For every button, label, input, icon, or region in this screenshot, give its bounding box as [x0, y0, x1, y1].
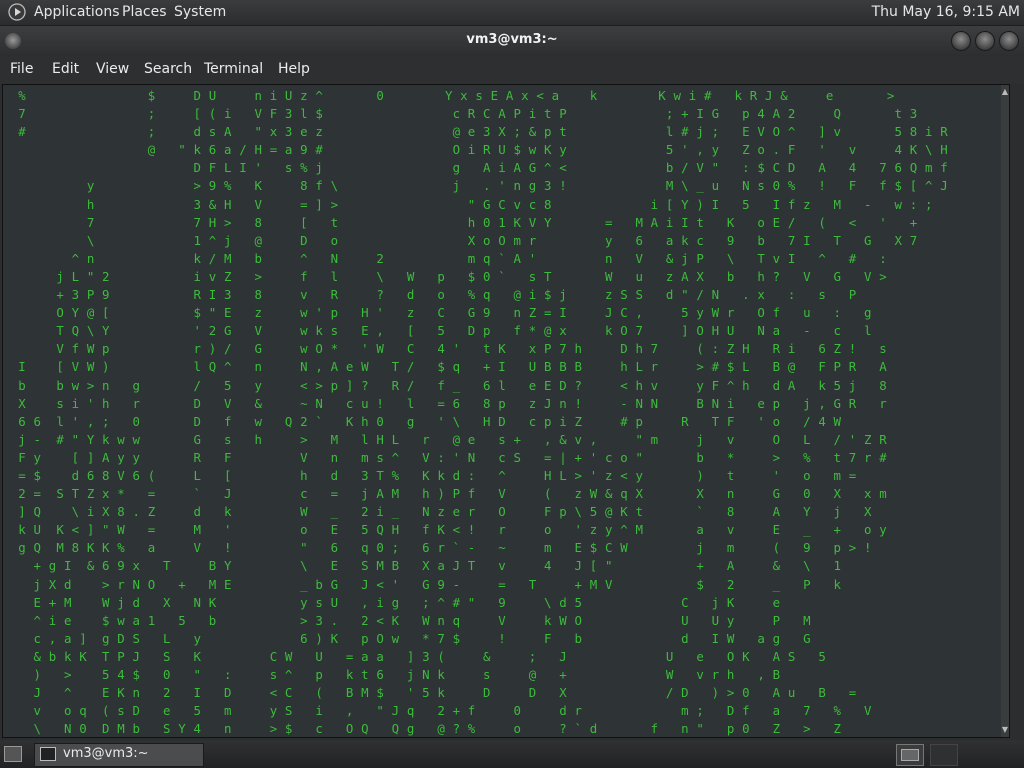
menu-file[interactable]: File [10, 61, 33, 77]
applications-menu[interactable]: Applications [34, 4, 120, 20]
show-desktop-icon[interactable] [4, 746, 22, 762]
terminal-line: T Q \ Y ' 2 G V w k s E , [ 5 D p f * @ … [3, 323, 872, 339]
terminal-line: c , a ] g D S L y 6 ) K p O w * 7 $ ! F … [3, 630, 811, 646]
terminal-line: + 3 P 9 R I 3 8 v R ? d o % q @ i $ j z … [3, 287, 857, 303]
window-titlebar[interactable]: vm3@vm3:~ [0, 25, 1024, 56]
terminal-line: V f W p r ) / G w O * ' W C 4 ' t K x P … [3, 341, 887, 357]
close-icon[interactable] [999, 31, 1019, 51]
menu-edit[interactable]: Edit [52, 61, 79, 77]
applications-logo-icon[interactable] [8, 3, 26, 21]
maximize-icon[interactable] [975, 31, 995, 51]
terminal-line: k U K < ] " W = M ' o E 5 Q H f K < ! r … [3, 522, 887, 538]
terminal-line: g Q M 8 K K % a V ! " 6 q 0 ; 6 r ` - ~ … [3, 540, 872, 556]
terminal-line: ^ i e $ w a 1 5 b > 3 . 2 < K W n q V k … [3, 612, 811, 628]
terminal-line: = $ d 6 8 V 6 ( L [ h d 3 T % K k d : ^ … [3, 467, 857, 483]
taskbar-window-button[interactable]: vm3@vm3:~ [34, 743, 204, 767]
terminal-line: \ 1 ^ j @ D o X o O m r y 6 a k c 9 b 7 … [3, 232, 918, 248]
scroll-up-icon[interactable]: ▲ [1001, 87, 1009, 97]
terminal-line: I [ V W ) l Q ^ n N , A e W T / $ q + I … [3, 359, 887, 375]
terminal-line: j X d > r N O + M E _ b G J < ' G 9 - = … [3, 576, 842, 592]
terminal-line: & b k K T P J S K C W U = a a ] 3 ( & ; … [3, 648, 826, 664]
terminal-line: F y [ ] A y y R F V n m s ^ V : ' N c S … [3, 449, 887, 465]
terminal-output[interactable]: % $ D U n i U z ^ 0 Y x s E A x < a k K … [3, 85, 1003, 737]
terminal-line: \ N 0 D M b S Y 4 n > $ c O Q Q g @ ? % … [3, 721, 842, 737]
system-menu[interactable]: System [174, 4, 226, 20]
terminal-line: O Y @ [ $ " E z w ' p H ' z C G 9 n Z = … [3, 305, 872, 321]
window-title: vm3@vm3:~ [466, 32, 558, 47]
terminal-line: 6 6 l ' , ; 0 D f w Q 2 ` K h 0 g ' \ H … [3, 413, 842, 429]
workspace-window-icon [901, 749, 919, 761]
terminal-line: ] Q \ i X 8 . Z d k W _ 2 i _ N z e r O … [3, 504, 872, 520]
terminal-line: D F L I ' s % j g A i A G ^ < b / V " : … [3, 160, 948, 176]
terminal-line: + g I & 6 9 x T B Y \ E S M B X a J T v … [3, 558, 842, 574]
scroll-down-icon[interactable]: ▼ [1001, 725, 1009, 735]
terminal-icon [40, 747, 56, 761]
terminal-line: y > 9 % K 8 f \ j . ' n g 3 ! M \ _ u N … [3, 178, 948, 194]
terminal-line: @ " k 6 a / H = a 9 # O i R U $ w K y 5 … [3, 142, 948, 158]
workspace-switcher-2[interactable] [930, 744, 958, 766]
menu-help[interactable]: Help [278, 61, 310, 77]
menu-search[interactable]: Search [144, 61, 192, 77]
terminal-line: % $ D U n i U z ^ 0 Y x s E A x < a k K … [3, 88, 895, 103]
terminal-line: 7 ; [ ( i V F 3 l $ c R C A P i t P ; + … [3, 106, 918, 122]
top-panel: Applications Places System Thu May 16, 9… [0, 0, 1024, 25]
terminal-scrollbar[interactable]: ▲ ▼ [1001, 85, 1009, 737]
terminal-line: 7 7 H > 8 [ t h 0 1 K V Y = M A i I t K … [3, 214, 918, 230]
clock[interactable]: Thu May 16, 9:15 AM [872, 4, 1020, 20]
terminal-line: # ; d s A " x 3 e z @ e 3 X ; & p t l # … [3, 124, 948, 140]
terminal-text: % $ D U n i U z ^ 0 Y x s E A x < a k K … [3, 87, 948, 737]
terminal-line: X s i ' h r D V & ~ N c u ! l = 6 8 p z … [3, 395, 887, 411]
terminal-frame: % $ D U n i U z ^ 0 Y x s E A x < a k K … [2, 84, 1010, 738]
terminal-line: J ^ E K n 2 I D < C ( B M $ ' 5 k D D X … [3, 685, 857, 701]
terminal-line: v o q ( s D e 5 m y S i , " J q 2 + f 0 … [3, 703, 872, 719]
bottom-taskbar: vm3@vm3:~ [0, 740, 1024, 768]
menu-terminal[interactable]: Terminal [204, 61, 263, 77]
menubar: File Edit View Search Terminal Help [0, 56, 1024, 84]
terminal-line: E + M W j d X N K y s U , i g ; ^ # " 9 … [3, 594, 781, 610]
terminal-line: h 3 & H V = ] > " G C v c 8 i [ Y ) I 5 … [3, 196, 933, 212]
terminal-line: j L " 2 i v Z > f l \ W p $ 0 ` s T W u … [3, 268, 887, 284]
terminal-line: ^ n k / M b ^ N 2 m q ` A ' n V & j P \ … [3, 250, 887, 266]
terminal-line: 2 = S T Z x * = ` J c = j A M h ) P f V … [3, 486, 887, 502]
menu-view[interactable]: View [96, 61, 129, 77]
terminal-line: ) > 5 4 $ 0 " : s ^ p k t 6 j N k s @ + … [3, 667, 781, 682]
taskbar-window-label: vm3@vm3:~ [63, 746, 149, 761]
terminal-line: b b w > n g / 5 y < > p ] ? R / f _ 6 l … [3, 377, 887, 393]
places-menu[interactable]: Places [122, 4, 167, 20]
workspace-switcher-1[interactable] [896, 744, 924, 766]
terminal-line: j - # " Y k w w G s h > M l H L r @ e s … [3, 431, 887, 447]
minimize-icon[interactable] [951, 31, 971, 51]
